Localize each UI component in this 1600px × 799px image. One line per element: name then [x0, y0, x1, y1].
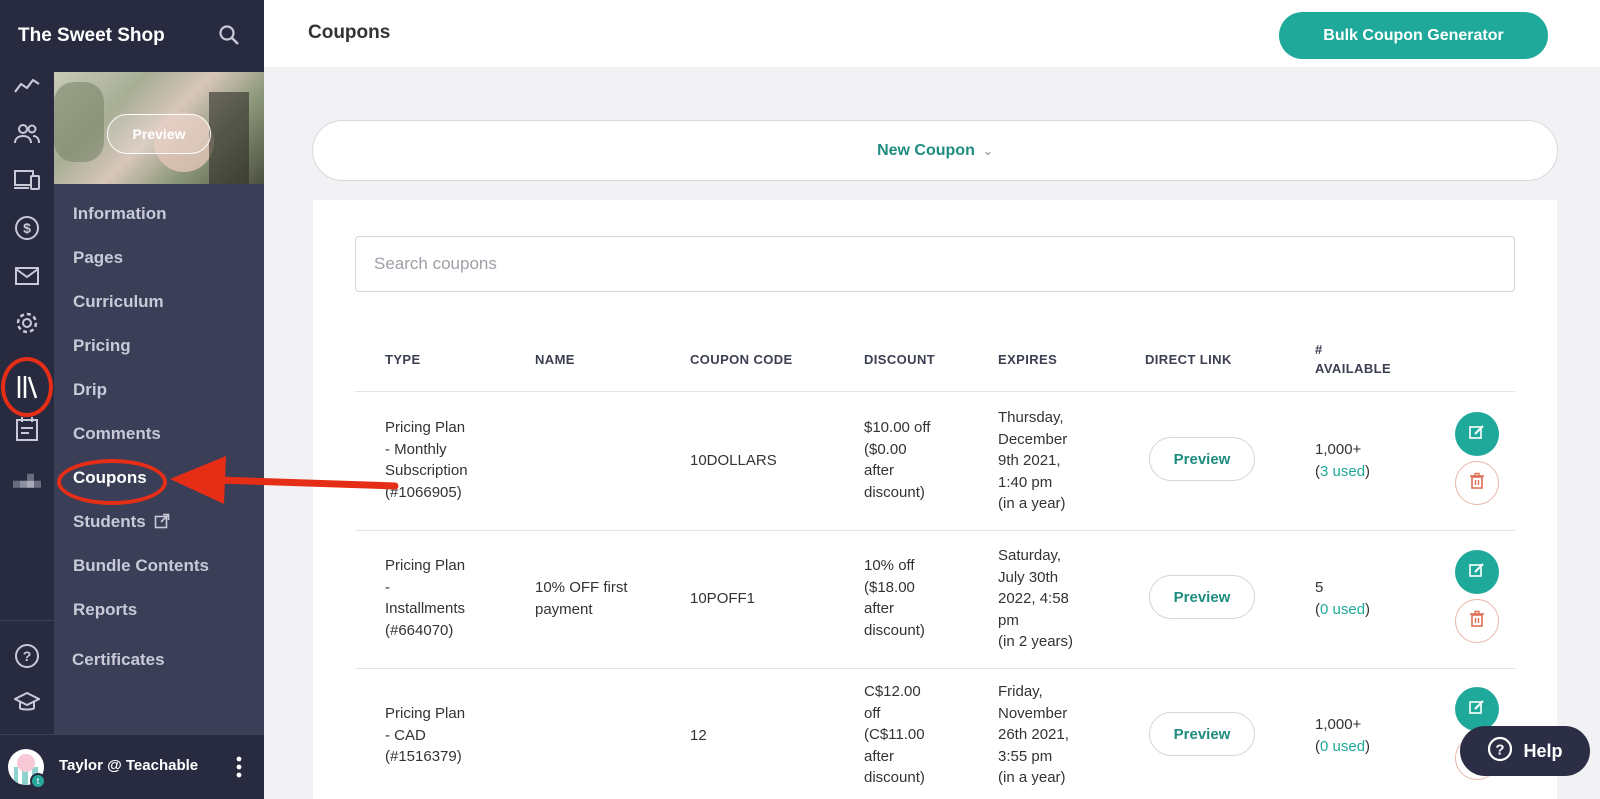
row-divider	[355, 668, 1515, 669]
submenu-item-label: Students	[73, 512, 146, 531]
submenu-item-reports[interactable]: Reports	[73, 600, 137, 620]
submenu-item-drip[interactable]: Drip	[73, 380, 107, 400]
column-header-name: NAME	[535, 352, 575, 367]
svg-text:?: ?	[23, 648, 32, 664]
direct-link-preview-button[interactable]: Preview	[1149, 575, 1255, 619]
column-header-available: # AVAILABLE	[1315, 340, 1391, 378]
column-header-discount: DISCOUNT	[864, 352, 936, 367]
page-title: Coupons	[308, 22, 391, 43]
devices-icon[interactable]	[13, 166, 41, 194]
direct-link-preview-button[interactable]: Preview	[1149, 712, 1255, 756]
gear-icon[interactable]	[13, 309, 41, 337]
coupon-code-cell: 10POFF1	[690, 590, 756, 607]
submenu-item-students[interactable]: Students	[73, 512, 170, 534]
discount-cell: C$12.00 off (C$11.00 after discount)	[864, 683, 925, 786]
direct-link-preview-button[interactable]: Preview	[1149, 437, 1255, 481]
search-input[interactable]	[355, 236, 1515, 292]
bulk-coupon-generator-button[interactable]: Bulk Coupon Generator	[1279, 12, 1548, 59]
trash-icon	[1469, 472, 1485, 495]
new-coupon-dropdown[interactable]: New Coupon ⌄	[312, 120, 1558, 181]
pixel-logo-icon[interactable]	[13, 465, 41, 493]
column-header-coupon-code: COUPON CODE	[690, 352, 793, 367]
submenu-item-certificates[interactable]: Certificates	[72, 650, 165, 670]
svg-text:?: ?	[1496, 741, 1505, 758]
course-submenu: Preview Information Pages Curriculum Pri…	[54, 72, 264, 734]
expires-cell: Friday, November 26th 2021, 3:55 pm (in a ye…	[998, 683, 1069, 786]
course-thumbnail: Preview	[54, 72, 264, 184]
chevron-down-icon: ⌄	[982, 143, 993, 158]
user-bar: t Taylor @ Teachable	[0, 734, 264, 799]
question-icon[interactable]: ?	[13, 642, 41, 670]
expires-cell: Thursday, December 9th 2021, 1:40 pm (in a y…	[998, 409, 1068, 512]
users-icon[interactable]	[13, 120, 41, 148]
help-button[interactable]: ? Help	[1460, 726, 1590, 776]
coupon-code-cell: 12	[690, 727, 707, 744]
expires-cell: Saturday, July 30th 2022, 4:58 pm (in 2 year…	[998, 547, 1074, 650]
submenu-item-bundle-contents[interactable]: Bundle Contents	[73, 556, 209, 576]
column-header-expires: EXPIRES	[998, 352, 1058, 367]
question-circle-icon: ?	[1487, 736, 1513, 767]
coupon-code-cell: 10DOLLARS	[690, 452, 777, 469]
column-header-type: TYPE	[385, 352, 421, 367]
header-divider	[355, 391, 1515, 392]
trash-icon	[1469, 610, 1485, 633]
available-cell: 1,000+ (0 used)	[1315, 716, 1371, 755]
avatar-badge: t	[30, 773, 46, 789]
edit-icon	[1468, 423, 1486, 446]
course-preview-button[interactable]: Preview	[107, 114, 211, 154]
discount-cell: 10% off ($18.00 after discount)	[864, 557, 925, 639]
calendar-icon[interactable]	[13, 415, 41, 443]
edit-coupon-button[interactable]	[1455, 550, 1499, 594]
edit-icon	[1468, 698, 1486, 721]
used-count-link[interactable]: 3 used	[1320, 463, 1365, 480]
svg-text:$: $	[23, 220, 31, 236]
annotation-circle-library	[1, 357, 53, 417]
school-name[interactable]: The Sweet Shop	[18, 25, 165, 47]
column-header-available-label: AVAILABLE	[1315, 361, 1392, 376]
submenu-item-comments[interactable]: Comments	[73, 424, 161, 444]
mail-icon[interactable]	[13, 262, 41, 290]
submenu-item-pricing[interactable]: Pricing	[73, 336, 131, 356]
available-cell: 1,000+ (3 used)	[1315, 441, 1371, 480]
user-name[interactable]: Taylor @ Teachable	[59, 757, 198, 774]
discount-cell: $10.00 off ($0.00 after discount)	[864, 419, 931, 501]
annotation-arrow	[170, 456, 399, 504]
graduation-cap-icon[interactable]	[13, 688, 41, 716]
annotation-circle-coupons	[57, 459, 167, 505]
delete-coupon-button[interactable]	[1455, 461, 1499, 505]
help-label: Help	[1523, 740, 1563, 761]
submenu-item-curriculum[interactable]: Curriculum	[73, 292, 164, 312]
used-count-link[interactable]: 0 used	[1320, 738, 1365, 755]
new-coupon-label: New Coupon	[877, 141, 975, 159]
analytics-icon[interactable]	[13, 72, 41, 100]
more-vertical-icon[interactable]	[236, 755, 242, 779]
rail-divider	[0, 620, 54, 621]
search-icon[interactable]	[218, 24, 242, 48]
top-header: Coupons Bulk Coupon Generator	[264, 0, 1600, 67]
delete-coupon-button[interactable]	[1455, 599, 1499, 643]
submenu-item-pages[interactable]: Pages	[73, 248, 123, 268]
column-header-direct-link: DIRECT LINK	[1145, 352, 1232, 367]
submenu-item-information[interactable]: Information	[73, 204, 167, 224]
row-divider	[355, 530, 1515, 531]
edit-coupon-button[interactable]	[1455, 412, 1499, 456]
brand-bar: The Sweet Shop	[0, 0, 264, 72]
external-link-icon	[154, 513, 170, 534]
used-count-link[interactable]: 0 used	[1320, 601, 1365, 618]
edit-coupon-button[interactable]	[1455, 687, 1499, 731]
type-cell: Pricing Plan - CAD (#1516379)	[385, 705, 466, 765]
dollar-icon[interactable]: $	[13, 214, 41, 242]
column-header-hash: #	[1315, 342, 1323, 357]
coupons-card: TYPE NAME COUPON CODE DISCOUNT EXPIRES D…	[313, 200, 1557, 799]
available-cell: 5 (0 used)	[1315, 579, 1371, 618]
edit-icon	[1468, 561, 1486, 584]
type-cell: Pricing Plan - Installments (#664070)	[385, 557, 466, 639]
name-cell: 10% OFF first payment	[535, 579, 628, 618]
